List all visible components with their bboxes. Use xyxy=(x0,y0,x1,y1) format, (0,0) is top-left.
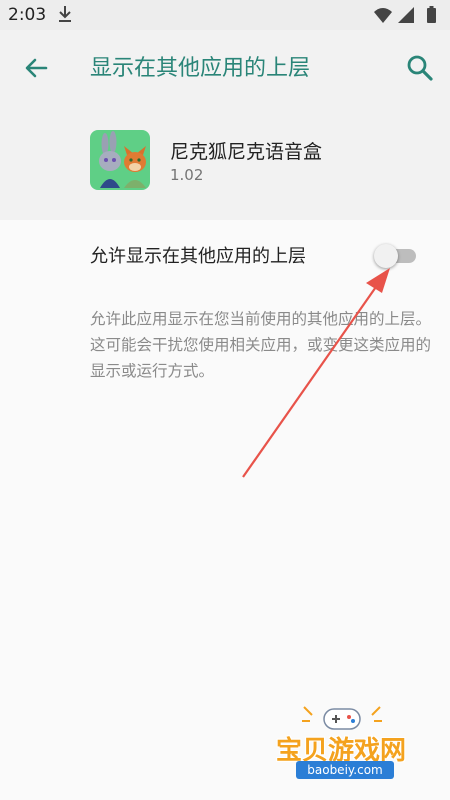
app-header: 尼克狐尼克语音盒 1.02 xyxy=(0,105,450,220)
page-title: 显示在其他应用的上层 xyxy=(90,56,311,81)
app-name: 尼克狐尼克语音盒 xyxy=(170,141,323,163)
status-time: 2:03 xyxy=(8,5,47,25)
search-button[interactable] xyxy=(404,52,436,84)
arrow-left-icon xyxy=(25,58,48,78)
back-button[interactable] xyxy=(20,52,52,84)
overlay-permission-description: 允许此应用显示在您当前使用的其他应用的上层。这可能会干扰您使用相关应用，或变更这… xyxy=(90,310,432,380)
app-version: 1.02 xyxy=(170,166,204,184)
battery-icon xyxy=(427,6,436,23)
search-icon xyxy=(407,55,433,81)
switch-thumb xyxy=(374,244,398,268)
app-bar: 显示在其他应用的上层 xyxy=(0,30,450,105)
app-icon xyxy=(90,130,150,190)
status-bar: 2:03 xyxy=(0,0,450,30)
overlay-permission-label: 允许显示在其他应用的上层 xyxy=(90,246,306,267)
overlay-permission-switch[interactable] xyxy=(374,244,418,268)
overlay-permission-row[interactable]: 允许显示在其他应用的上层 xyxy=(0,220,450,292)
status-icons xyxy=(374,6,440,28)
wifi-icon xyxy=(374,8,392,23)
signal-icon xyxy=(398,7,414,23)
download-icon xyxy=(57,5,73,27)
settings-content: 允许显示在其他应用的上层 允许此应用显示在您当前使用的其他应用的上层。这可能会干… xyxy=(0,220,450,800)
